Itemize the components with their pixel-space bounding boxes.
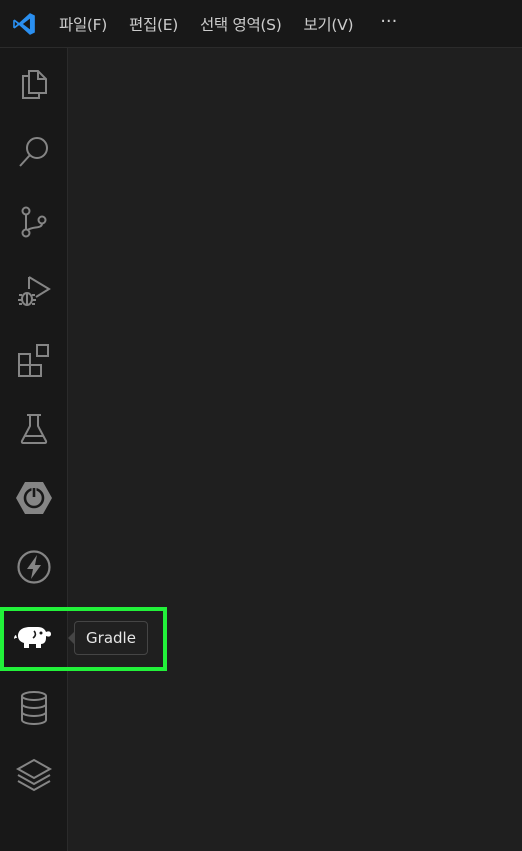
menu-more-button[interactable]: ··· (364, 0, 409, 50)
gradle-icon[interactable] (0, 607, 68, 667)
menu-file[interactable]: 파일(F) (48, 0, 118, 48)
layers-icon[interactable] (0, 746, 68, 806)
activity-bar (0, 48, 68, 851)
database-icon[interactable] (0, 678, 68, 738)
testing-icon[interactable] (0, 399, 68, 459)
extensions-icon[interactable] (0, 330, 68, 390)
thunder-client-icon[interactable] (0, 537, 68, 597)
menu-edit[interactable]: 편집(E) (118, 0, 189, 48)
editor-area (68, 48, 522, 851)
menu-selection[interactable]: 선택 영역(S) (189, 0, 293, 48)
search-icon[interactable] (0, 122, 68, 182)
explorer-icon[interactable] (0, 54, 68, 114)
title-bar: 파일(F) 편집(E) 선택 영역(S) 보기(V) ··· (0, 0, 522, 48)
run-debug-icon[interactable] (0, 261, 68, 321)
gradle-tooltip: Gradle (74, 621, 148, 655)
vscode-logo-icon (0, 0, 48, 48)
source-control-icon[interactable] (0, 192, 68, 252)
menu-view[interactable]: 보기(V) (292, 0, 364, 48)
spring-boot-icon[interactable] (0, 468, 68, 528)
